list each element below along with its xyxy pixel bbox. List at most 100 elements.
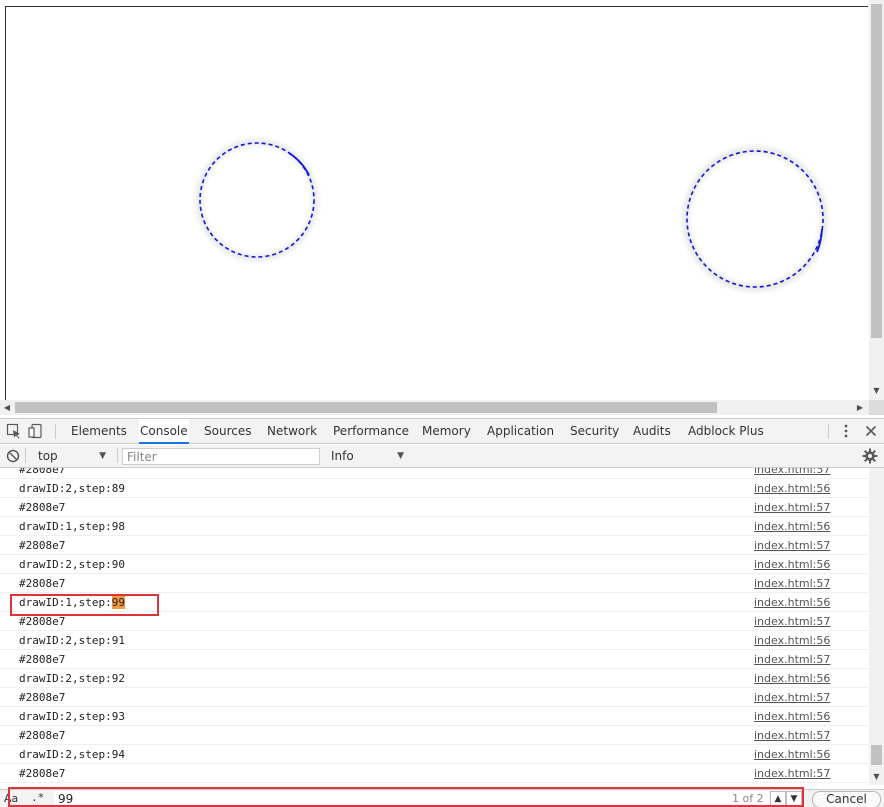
log-message-text: #2808e7 [19, 729, 66, 742]
log-row: #2808e7 index.html:57 [0, 574, 869, 593]
log-message-text: drawID:1,step:98 [19, 520, 125, 533]
page-horizontal-scrollbar[interactable]: ◀ ▶ [0, 400, 869, 415]
tab-bar-separator [55, 424, 56, 439]
gear-icon[interactable] [862, 448, 878, 464]
log-row: drawID:2,step:91 index.html:56 [0, 631, 869, 650]
log-source-link[interactable]: index.html:56 [754, 748, 830, 761]
console-vertical-scrollbar[interactable]: ▼ [869, 468, 884, 785]
log-row: #2808e7 index.html:57 [0, 650, 869, 669]
log-level-selector[interactable]: Info ▼ [324, 448, 408, 465]
more-options-icon[interactable] [838, 423, 854, 439]
tab-console[interactable]: Console [139, 419, 189, 444]
scroll-down-arrow-icon[interactable]: ▼ [869, 770, 884, 784]
regex-toggle[interactable]: .* [31, 791, 44, 804]
log-row: drawID:1,step:99 index.html:56 [0, 593, 869, 612]
circle-left [196, 139, 318, 261]
scroll-down-arrow-icon[interactable]: ▼ [869, 384, 884, 398]
log-row: drawID:2,step:89 index.html:56 [0, 479, 869, 498]
tab-elements[interactable]: Elements [70, 419, 128, 444]
page-vertical-scrollbar[interactable]: ▲ ▼ [869, 0, 884, 400]
log-message: drawID:1,step:98 [19, 520, 125, 533]
log-row: drawID:2,step:90 index.html:56 [0, 555, 869, 574]
tab-performance[interactable]: Performance [332, 419, 410, 444]
tab-application[interactable]: Application [486, 419, 555, 444]
log-source-link[interactable]: index.html:57 [754, 577, 830, 590]
devtools-tab-bar: Elements Console Sources Network Perform… [0, 419, 884, 444]
tab-audits[interactable]: Audits [632, 419, 672, 444]
log-message: drawID:2,step:90 [19, 558, 125, 571]
log-message-text: #2808e7 [19, 501, 66, 514]
log-message: drawID:2,step:94 [19, 748, 125, 761]
page-viewport: ▲ ▼ ◀ ▶ [0, 0, 884, 418]
log-row: drawID:2,step:92 index.html:56 [0, 669, 869, 688]
scroll-left-arrow-icon[interactable]: ◀ [0, 400, 14, 415]
log-source-link[interactable]: index.html:57 [754, 691, 830, 704]
log-row: #2808e7 index.html:57 [0, 726, 869, 745]
log-message: #2808e7 [19, 577, 65, 590]
context-selector[interactable]: top ▼ [30, 448, 112, 465]
log-message-text: #2808e7 [19, 577, 66, 590]
chevron-down-icon: ▼ [99, 451, 106, 461]
log-source-link[interactable]: index.html:56 [754, 558, 830, 571]
log-message: drawID:2,step:91 [19, 634, 125, 647]
log-source-link[interactable]: index.html:56 [754, 520, 830, 533]
log-source-link[interactable]: index.html:57 [754, 729, 830, 742]
search-input[interactable] [54, 791, 769, 807]
log-source-link[interactable]: index.html:57 [754, 468, 830, 476]
clear-console-icon[interactable] [5, 448, 21, 464]
chevron-down-icon: ▼ [397, 451, 404, 461]
log-message-text: #2808e7 [19, 615, 66, 628]
chevron-up-icon[interactable]: ▲ [770, 791, 786, 807]
tab-security[interactable]: Security [569, 419, 620, 444]
log-message: drawID:2,step:93 [19, 710, 125, 723]
log-source-link[interactable]: index.html:56 [754, 672, 830, 685]
filter-input[interactable] [122, 448, 320, 465]
log-source-link[interactable]: index.html:56 [754, 482, 830, 495]
circle-right [682, 146, 828, 292]
log-message-text: drawID:2,step:92 [19, 672, 125, 685]
log-message: #2808e7 [19, 539, 65, 552]
tab-adblock-plus[interactable]: Adblock Plus [687, 419, 765, 444]
log-source-link[interactable]: index.html:56 [754, 634, 830, 647]
tab-memory[interactable]: Memory [421, 419, 472, 444]
log-message: drawID:2,step:92 [19, 672, 125, 685]
inspect-element-icon[interactable] [6, 423, 22, 439]
console-scroll-thumb[interactable] [871, 745, 882, 765]
log-row: #2808e7 index.html:57 [0, 612, 869, 631]
toolbar-separator [117, 448, 118, 463]
circles-drawing [196, 139, 828, 292]
chevron-down-icon[interactable]: ▼ [786, 791, 802, 807]
page-horizontal-scroll-thumb[interactable] [15, 402, 717, 413]
log-level-value: Info [331, 449, 354, 463]
log-message-text: drawID:2,step:89 [19, 482, 125, 495]
log-source-link[interactable]: index.html:57 [754, 653, 830, 666]
log-source-link[interactable]: index.html:57 [754, 539, 830, 552]
tab-sources[interactable]: Sources [203, 419, 252, 444]
log-message-text: drawID:2,step:91 [19, 634, 125, 647]
log-source-link[interactable]: index.html:57 [754, 615, 830, 628]
log-message: #2808e7 [19, 468, 65, 476]
log-message-text: #2808e7 [19, 468, 66, 476]
close-icon[interactable] [863, 423, 879, 439]
log-message-text: drawID:1,step: [19, 596, 112, 609]
log-row: drawID:2,step:94 index.html:56 [0, 745, 869, 764]
match-case-toggle[interactable]: Aa [4, 792, 18, 805]
log-row: #2808e7 index.html:57 [0, 688, 869, 707]
log-source-link[interactable]: index.html:57 [754, 767, 830, 780]
tab-network[interactable]: Network [266, 419, 318, 444]
device-toolbar-icon[interactable] [28, 423, 44, 439]
log-message-text: #2808e7 [19, 691, 66, 704]
log-row: #2808e7 index.html:57 [0, 764, 869, 783]
log-message-text: drawID:2,step:90 [19, 558, 125, 571]
scroll-right-arrow-icon[interactable]: ▶ [853, 400, 867, 415]
log-message: #2808e7 [19, 615, 65, 628]
cancel-search-button[interactable]: Cancel [812, 791, 881, 807]
page-vertical-scroll-thumb[interactable] [871, 4, 882, 338]
context-selector-value: top [38, 449, 58, 463]
log-source-link[interactable]: index.html:56 [754, 710, 830, 723]
log-source-link[interactable]: index.html:56 [754, 596, 830, 609]
console-search-bar: Aa .* 1 of 2 ▲ ▼ Cancel [0, 789, 884, 807]
log-message: #2808e7 [19, 691, 65, 704]
toolbar-separator [25, 448, 26, 463]
log-source-link[interactable]: index.html:57 [754, 501, 830, 514]
